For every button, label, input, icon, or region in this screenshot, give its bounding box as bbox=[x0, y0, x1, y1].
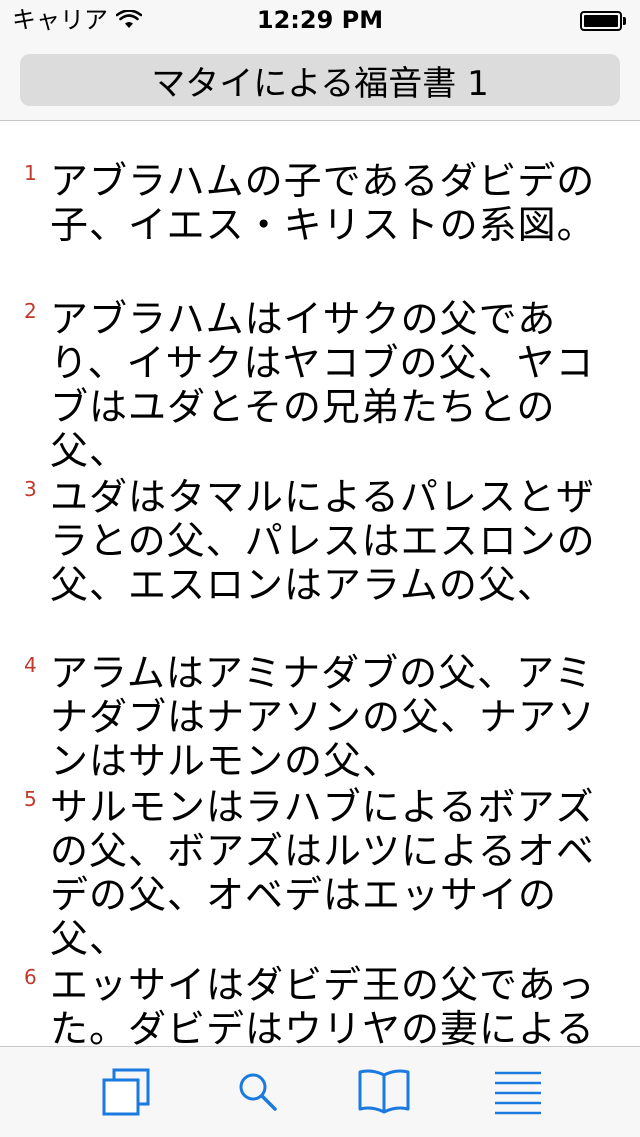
tab-book[interactable] bbox=[344, 1047, 424, 1137]
search-icon bbox=[239, 1073, 277, 1111]
copy-icon bbox=[102, 1068, 150, 1116]
verse-item[interactable]: 2 アブラハムはイサクの父であり、イサクはヤコブの父、ヤコブはユダとその兄弟たち… bbox=[24, 297, 614, 473]
verse-text: アラムはアミナダブの父、アミナダブはナアソンの父、ナアソンはサルモンの父、 bbox=[50, 651, 597, 783]
chapter-title: マタイによる福音書 1 bbox=[151, 63, 489, 104]
verse-list[interactable]: 1 アブラハムの子であるダビデの子、イエス・キリストの系図。 2 アブラハムはイ… bbox=[0, 121, 640, 1046]
tab-bar bbox=[0, 1046, 640, 1137]
status-bar: キャリア 12:29 PM bbox=[0, 0, 640, 40]
verse-number: 5 bbox=[24, 787, 37, 811]
tab-list[interactable] bbox=[478, 1047, 558, 1137]
verse-item[interactable]: 5 サルモンはラハブによるボアズの父、ボアズはルツによるオベデの父、オベデはエッ… bbox=[24, 785, 614, 961]
book-icon bbox=[358, 1069, 410, 1114]
verse-number: 2 bbox=[24, 299, 37, 323]
chapter-title-button[interactable]: マタイによる福音書 1 bbox=[20, 54, 620, 106]
verse-number: 6 bbox=[24, 965, 37, 989]
verse-item[interactable]: 1 アブラハムの子であるダビデの子、イエス・キリストの系図。 bbox=[24, 159, 614, 247]
verse-text: アブラハムはイサクの父であり、イサクはヤコブの父、ヤコブはユダとその兄弟たちとの… bbox=[50, 297, 595, 473]
clock: 12:29 PM bbox=[256, 6, 384, 34]
tab-search[interactable] bbox=[218, 1047, 298, 1137]
verse-number: 1 bbox=[24, 161, 37, 185]
verse-text: エッサイはダビデ王の父であった。ダビデはウリヤの妻によるソロモンの父であり、 bbox=[50, 963, 596, 1046]
verse-item[interactable]: 4 アラムはアミナダブの父、アミナダブはナアソンの父、ナアソンはサルモンの父、 bbox=[24, 651, 614, 783]
verse-item[interactable]: 6 エッサイはダビデ王の父であった。ダビデはウリヤの妻によるソロモンの父であり、 bbox=[24, 963, 614, 1046]
verse-text: アブラハムの子であるダビデの子、イエス・キリストの系図。 bbox=[50, 159, 596, 247]
battery-icon bbox=[580, 10, 628, 32]
verse-number: 4 bbox=[24, 653, 37, 677]
tab-copy[interactable] bbox=[86, 1047, 166, 1137]
verse-number: 3 bbox=[24, 477, 37, 501]
list-icon bbox=[495, 1071, 541, 1115]
verse-text: サルモンはラハブによるボアズの父、ボアズはルツによるオベデの父、オベデはエッサイ… bbox=[50, 785, 595, 961]
verse-text: ユダはタマルによるパレスとザラとの父、パレスはエスロンの父、エスロンはアラムの父… bbox=[50, 475, 596, 607]
verse-item[interactable]: 3 ユダはタマルによるパレスとザラとの父、パレスはエスロンの父、エスロンはアラム… bbox=[24, 475, 614, 607]
navigation-bar: マタイによる福音書 1 bbox=[0, 40, 640, 121]
